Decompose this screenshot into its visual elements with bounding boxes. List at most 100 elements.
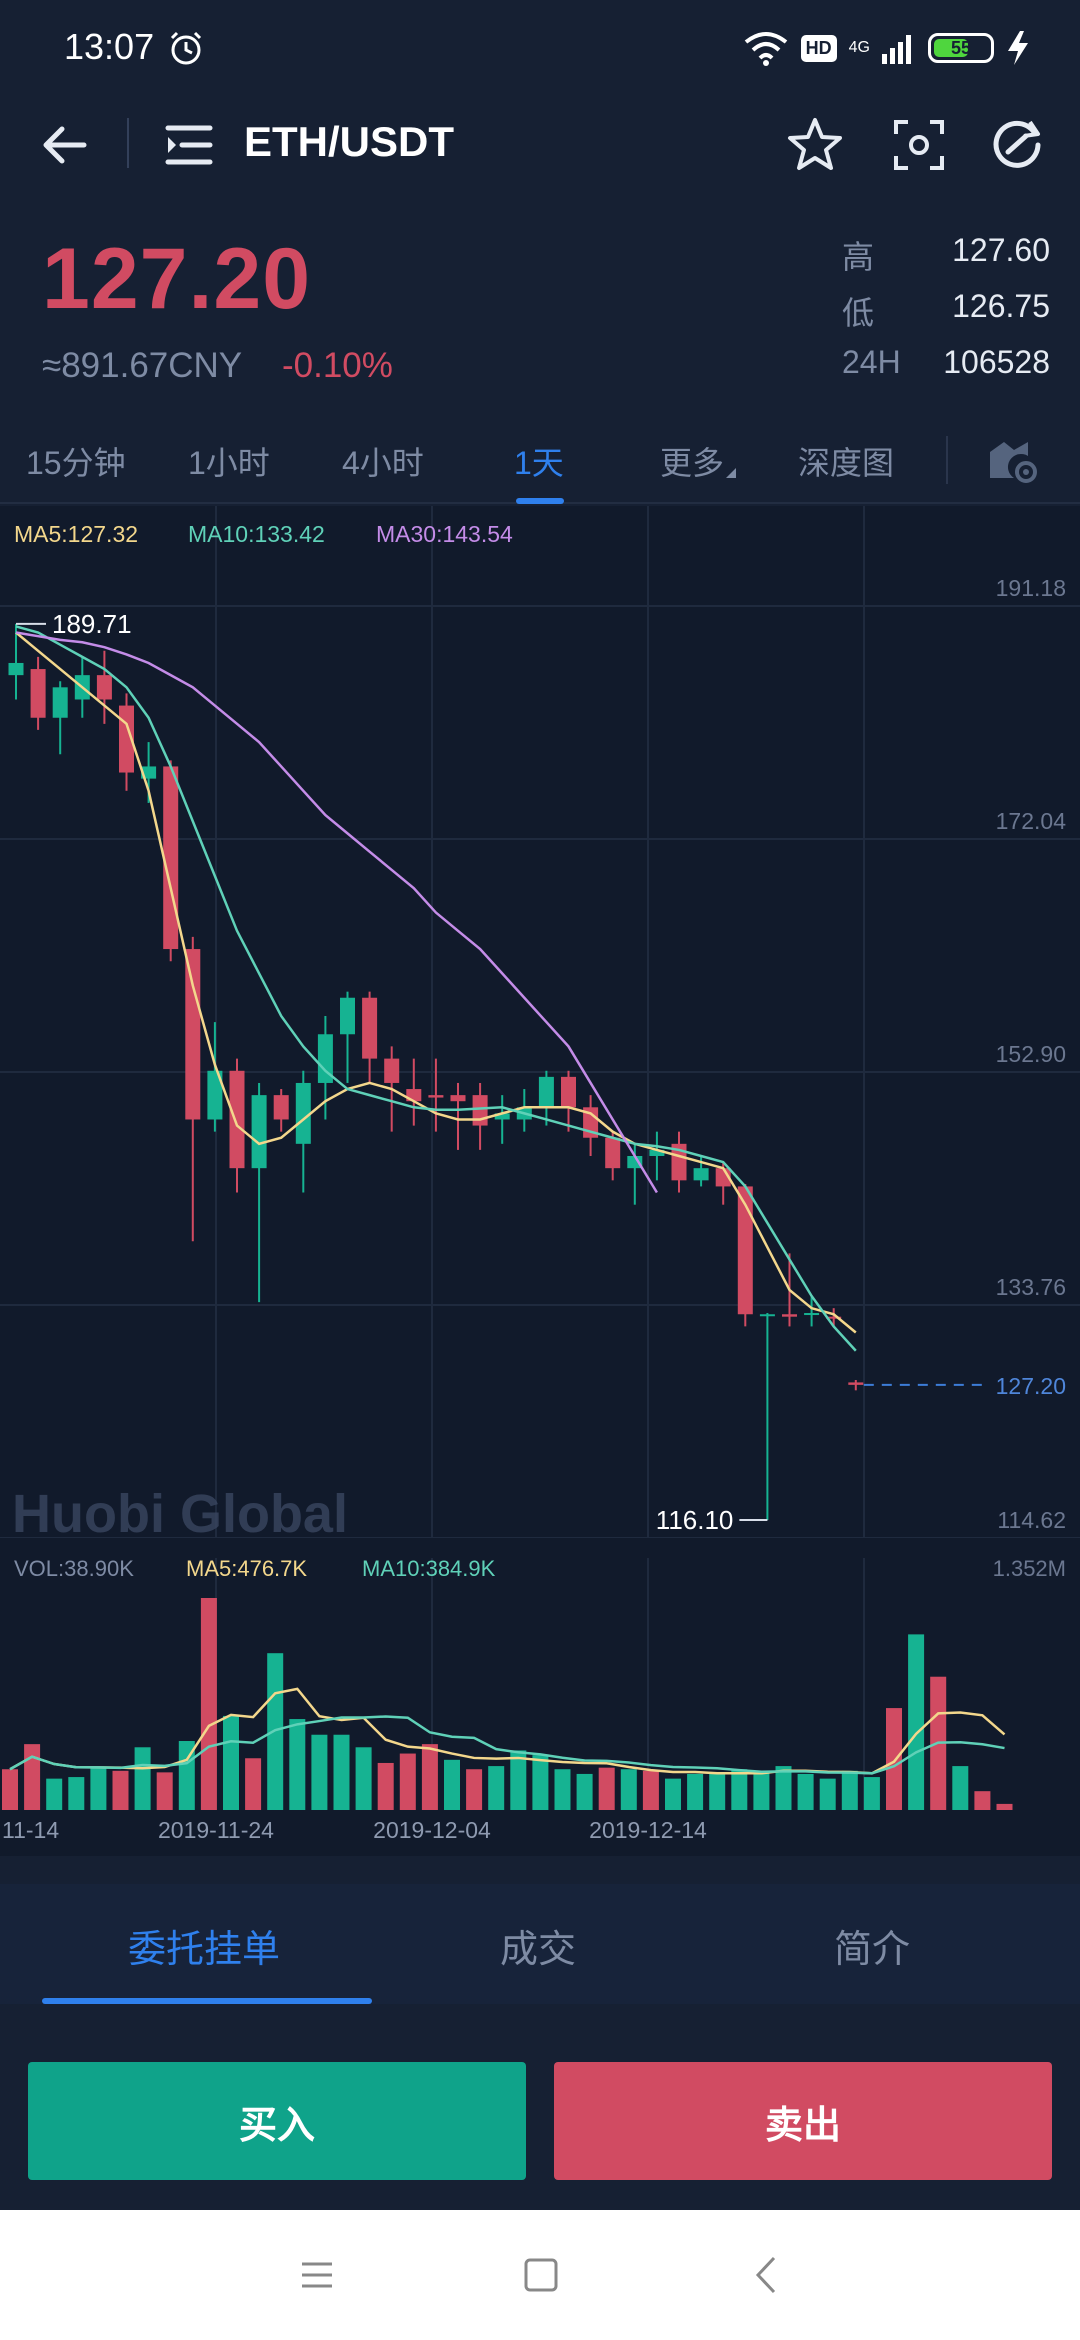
y-tick-label: 133.76 (996, 1274, 1066, 1300)
vol-ma5-legend: MA5:476.7K (186, 1556, 307, 1581)
system-nav-bar (0, 2210, 1080, 2340)
alarm-icon (170, 31, 202, 65)
ma5-legend: MA5:127.32 (14, 521, 138, 547)
tab-depth[interactable]: 深度图 (798, 438, 894, 484)
volume-bar (908, 1634, 925, 1810)
y-tick-label: 114.62 (997, 1507, 1066, 1533)
battery-level: 55 (950, 37, 972, 58)
candle-body (340, 997, 355, 1035)
volume-bar (377, 1762, 394, 1810)
stat-24h-volume: 24H 106528 (842, 344, 1050, 380)
volume-bar (355, 1747, 372, 1810)
hd-badge: HD (800, 34, 837, 62)
volume-panel-top (0, 1538, 1080, 1558)
volume-bar (289, 1719, 306, 1810)
current-price-label: 127.20 (996, 1373, 1066, 1399)
volume-bar (466, 1769, 483, 1810)
volume-bar (709, 1773, 726, 1810)
market-list-icon[interactable] (160, 116, 218, 174)
volume-bar (532, 1755, 549, 1810)
volume-bar (665, 1778, 681, 1810)
vol-ma5-line (9, 1687, 1006, 1775)
tab-underline (516, 498, 564, 504)
candle-body (96, 675, 112, 700)
volume-bar (267, 1653, 284, 1810)
vol-legend: VOL:38.90K (14, 1556, 134, 1581)
volume-bar (598, 1767, 615, 1810)
ma10-legend: MA10:133.42 (188, 521, 325, 547)
candle-body (362, 997, 378, 1059)
battery-icon: 55 (928, 33, 994, 63)
chart-settings-icon[interactable] (984, 432, 1040, 488)
candle-body (538, 1076, 554, 1108)
home-icon[interactable] (516, 2250, 566, 2300)
vol-ma10-legend: MA10:384.9K (362, 1556, 496, 1581)
volume-bar (952, 1766, 969, 1810)
kline-chart[interactable]: MA5:127.32 MA10:133.42 MA30:143.54 Huobi Gl… (0, 506, 1080, 1856)
refresh-icon[interactable] (986, 114, 1048, 176)
candle-body (759, 1314, 775, 1317)
change-percent: -0.10% (282, 346, 393, 385)
candle-body (804, 1313, 820, 1316)
candle-body (229, 1070, 245, 1169)
period-tabs: 15分钟 1小时 4小时 1天 更多 深度图 (0, 418, 1080, 504)
vol-max-label: 1.352M (993, 1556, 1066, 1581)
tab-trades[interactable]: 成交 (500, 1918, 576, 1973)
network-type: 4G (848, 39, 870, 56)
tab-1hour[interactable]: 1小时 (188, 438, 270, 484)
candle-body (693, 1168, 709, 1181)
order-tab-underline (42, 1998, 372, 2004)
kline-svg[interactable]: MA5:127.32 MA10:133.42 MA30:143.54 Huobi Gl… (0, 506, 1080, 1856)
tab-15min[interactable]: 15分钟 (26, 438, 126, 484)
volume-bar (841, 1770, 858, 1810)
back-nav-icon[interactable] (742, 2250, 792, 2300)
volume-bar (311, 1734, 328, 1810)
stat-low: 低 126.75 (842, 288, 1050, 331)
volume-bar (24, 1744, 41, 1810)
y-tick-label: 191.18 (996, 575, 1066, 601)
favorite-star-icon[interactable] (784, 114, 846, 176)
volume-bar (687, 1773, 704, 1810)
status-time: 13:07 (64, 26, 155, 67)
volume-bar (554, 1769, 571, 1810)
back-icon[interactable] (34, 114, 96, 176)
tab-more[interactable]: 更多 (660, 438, 724, 484)
ma10-line (15, 625, 857, 1352)
volume-bar (112, 1770, 129, 1810)
max-price-label: 189.71 (52, 609, 132, 639)
tab-orders[interactable]: 委托挂单 (128, 1918, 280, 1973)
tab-1day[interactable]: 1天 (514, 438, 564, 484)
screenshot-icon[interactable] (888, 114, 950, 176)
volume-bar (134, 1747, 151, 1810)
candle-body (30, 669, 46, 718)
volume-bar (886, 1708, 902, 1810)
candle-body (8, 662, 24, 676)
candle-body (848, 1382, 864, 1385)
tab-intro[interactable]: 简介 (834, 1918, 910, 1973)
sell-button[interactable]: 卖出 (554, 2062, 1052, 2180)
volume-bar (68, 1777, 85, 1810)
candle-body (561, 1076, 576, 1108)
action-bar: 买入 卖出 (0, 2032, 1080, 2208)
volume-bar (46, 1778, 63, 1810)
tab-4hour[interactable]: 4小时 (342, 438, 424, 484)
x-tick-label: 2019-11-24 (158, 1817, 274, 1843)
volume-bar (731, 1769, 748, 1810)
candle-body (384, 1058, 400, 1083)
candle-body (605, 1137, 621, 1169)
watermark-logo: Huobi Global (12, 1484, 348, 1544)
candle-body (251, 1095, 267, 1169)
buy-button[interactable]: 买入 (28, 2062, 526, 2180)
candle-body (273, 1095, 289, 1120)
last-price: 127.20 (42, 231, 312, 327)
volume-bar (576, 1773, 593, 1810)
stat-high: 高 127.60 (842, 232, 1050, 275)
menu-icon[interactable] (292, 2250, 342, 2300)
pair-title[interactable]: ETH/USDT (244, 118, 454, 166)
volume-bar (421, 1744, 438, 1810)
volume-bar (223, 1715, 239, 1810)
candle-body (450, 1095, 466, 1102)
volume-bar (863, 1777, 880, 1810)
more-caret-icon (726, 468, 736, 478)
volume-bar (974, 1791, 991, 1810)
